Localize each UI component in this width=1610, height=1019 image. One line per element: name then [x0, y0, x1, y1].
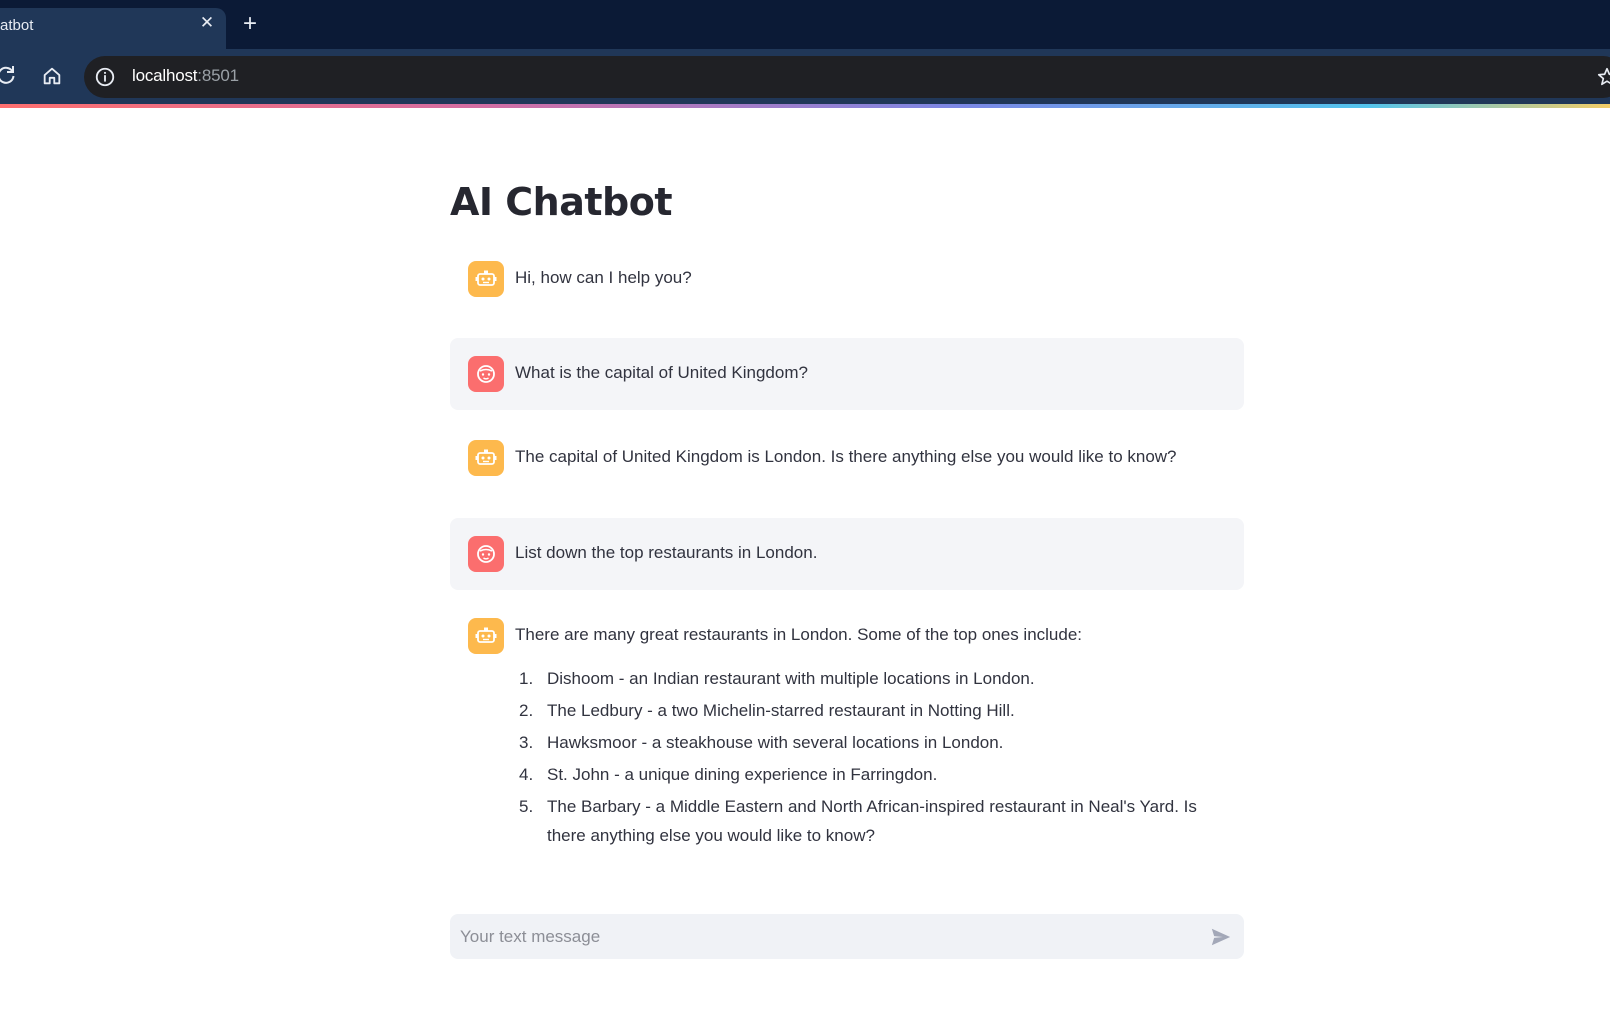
list-item: 1. Dishoom - an Indian restaurant with mu…: [515, 664, 1235, 693]
chat-message-assistant: Hi, how can I help you?: [450, 251, 1244, 307]
url-text: localhost:8501: [132, 66, 239, 86]
bot-icon: [475, 627, 497, 643]
tab-title: atbot: [0, 17, 34, 34]
list-item-text: St. John - a unique dining experience in…: [547, 765, 938, 784]
browser-tabbar: atbot ✕ +: [0, 0, 1610, 49]
bot-icon: [475, 449, 497, 465]
browser-tab[interactable]: atbot ✕: [0, 8, 226, 49]
bot-icon: [475, 270, 497, 286]
send-icon[interactable]: [1210, 926, 1232, 948]
assistant-avatar: [468, 440, 504, 476]
message-text: Hi, how can I help you?: [515, 268, 692, 287]
message-text: What is the capital of United Kingdom?: [515, 363, 808, 382]
message-text: List down the top restaurants in London.: [515, 543, 818, 562]
list-number: 2.: [519, 701, 534, 720]
assistant-avatar: [468, 618, 504, 654]
chat-message-user: List down the top restaurants in London.: [450, 518, 1244, 590]
page-title: AI Chatbot: [450, 180, 673, 224]
user-avatar: [468, 536, 504, 572]
chat-input-container: [450, 914, 1244, 959]
list-item: 2. The Ledbury - a two Michelin-starred r…: [515, 696, 1235, 725]
url-port: :8501: [197, 66, 239, 85]
chat-message-user: What is the capital of United Kingdom?: [450, 338, 1244, 410]
list-item: 4. St. John - a unique dining experience …: [515, 760, 1235, 789]
list-item-text: Hawksmoor - a steakhouse with several lo…: [547, 733, 1004, 752]
close-tab-icon[interactable]: ✕: [196, 12, 218, 34]
list-number: 1.: [519, 669, 534, 688]
user-avatar: [468, 356, 504, 392]
list-item: 5. The Barbary - a Middle Eastern and Nor…: [515, 792, 1235, 850]
browser-toolbar: localhost:8501: [0, 49, 1610, 104]
assistant-avatar: [468, 261, 504, 297]
list-item-text: Dishoom - an Indian restaurant with mult…: [547, 669, 1035, 688]
list-item-text: The Barbary - a Middle Eastern and North…: [547, 797, 1197, 845]
list-item-text: The Ledbury - a two Michelin-starred res…: [547, 701, 1015, 720]
reload-icon[interactable]: [0, 63, 18, 87]
new-tab-button[interactable]: +: [238, 12, 262, 36]
user-face-icon: [477, 545, 495, 563]
chat-message-assistant: There are many great restaurants in Lond…: [450, 606, 1244, 866]
restaurant-list: 1. Dishoom - an Indian restaurant with mu…: [515, 664, 1235, 853]
streamlit-header-decoration: [0, 104, 1610, 108]
info-icon[interactable]: [94, 66, 116, 88]
home-icon[interactable]: [41, 65, 63, 87]
star-icon[interactable]: [1596, 66, 1610, 88]
list-number: 3.: [519, 733, 534, 752]
list-number: 5.: [519, 797, 534, 816]
chat-input[interactable]: [460, 914, 1180, 959]
user-face-icon: [477, 365, 495, 383]
list-item: 3. Hawksmoor - a steakhouse with several …: [515, 728, 1235, 757]
url-host: localhost: [132, 66, 198, 85]
message-text: The capital of United Kingdom is London.…: [515, 447, 1177, 466]
list-number: 4.: [519, 765, 534, 784]
message-text: There are many great restaurants in Lond…: [515, 625, 1083, 644]
chat-message-assistant: The capital of United Kingdom is London.…: [450, 430, 1244, 486]
address-bar[interactable]: localhost:8501: [84, 56, 1610, 98]
